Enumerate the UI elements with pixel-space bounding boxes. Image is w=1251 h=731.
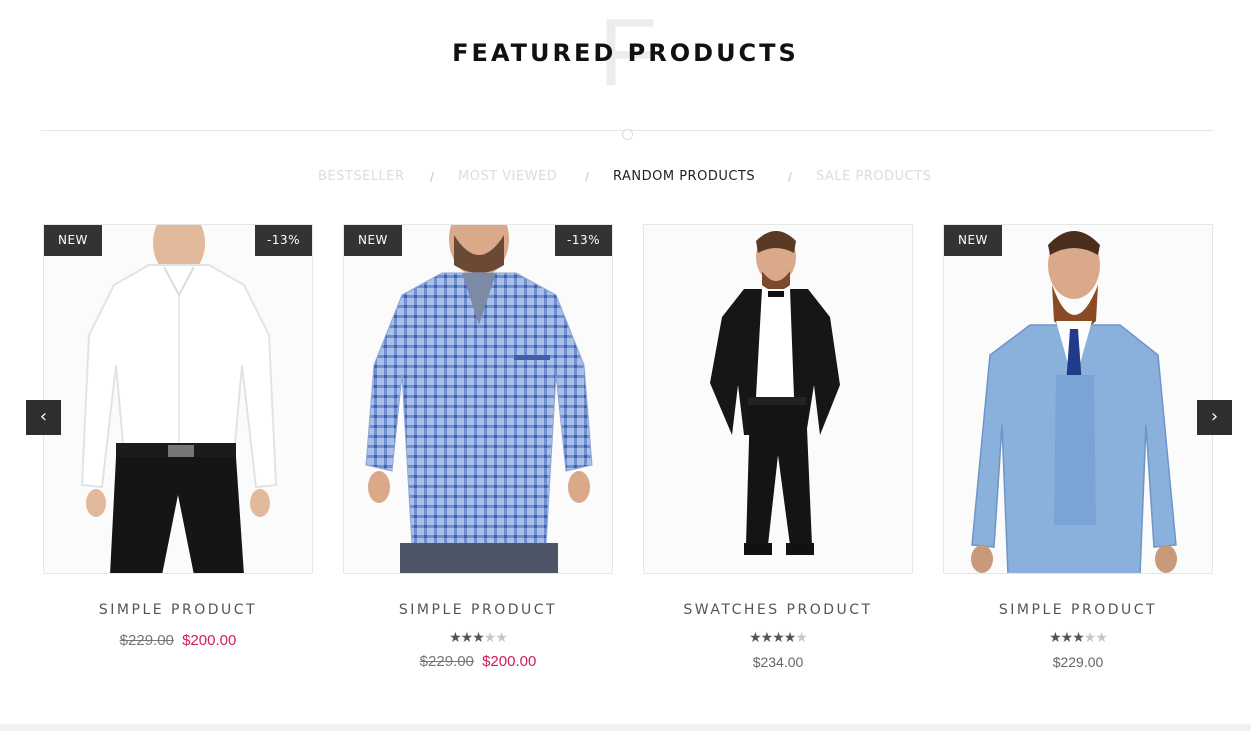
product-photo-plaid-shirt	[344, 225, 612, 573]
product-name[interactable]: SWATCHES PRODUCT	[643, 601, 913, 619]
tab-most-viewed[interactable]: MOST VIEWED	[458, 168, 557, 186]
star-icon: ★	[495, 629, 508, 645]
divider-dot	[622, 129, 633, 140]
star-icon: ★	[795, 629, 808, 645]
price-row: $234.00	[643, 652, 913, 673]
old-price: $229.00	[419, 653, 474, 670]
badge-new: NEW	[944, 225, 1002, 256]
sale-price: $200.00	[182, 632, 237, 649]
star-icon: ★	[1095, 629, 1108, 645]
product-card: SWATCHES PRODUCT ★★★★★ $234.00	[643, 224, 913, 673]
featured-products-section: F FEATURED PRODUCTS BESTSELLER / MOST VI…	[0, 0, 1251, 731]
badge-new: NEW	[344, 225, 402, 256]
rating-stars: ★★★★★	[643, 629, 913, 645]
product-tabs: BESTSELLER / MOST VIEWED / RANDOM PRODUC…	[0, 168, 1251, 188]
star-icon: ★	[760, 629, 774, 645]
tab-bestseller[interactable]: BESTSELLER	[318, 168, 405, 186]
product-image[interactable]	[643, 224, 913, 574]
rating-stars: ★★★★★	[343, 629, 613, 645]
old-price: $229.00	[119, 632, 174, 649]
star-icon: ★	[749, 629, 762, 645]
carousel-next-button[interactable]: ›	[1197, 400, 1232, 435]
star-icon: ★	[460, 629, 474, 645]
star-icon: ★	[449, 629, 462, 645]
badge-discount: -13%	[554, 225, 612, 256]
section-heading: F FEATURED PRODUCTS	[0, 5, 1251, 102]
rating-stars: ★★★★★	[943, 629, 1213, 645]
regular-price: $234.00	[752, 654, 804, 670]
star-icon: ★	[472, 629, 485, 645]
tab-separator: /	[430, 169, 434, 185]
product-name[interactable]: SIMPLE PRODUCT	[943, 601, 1213, 619]
product-name[interactable]: SIMPLE PRODUCT	[43, 601, 313, 619]
product-card: NEW -13% SIMPLE PRODUCT ★★★★★ $229.00 $2…	[343, 224, 613, 672]
product-photo-blue-suit	[944, 225, 1212, 573]
section-title: FEATURED PRODUCTS	[452, 39, 799, 67]
tab-separator: /	[788, 169, 792, 185]
star-icon: ★	[1049, 629, 1062, 645]
tab-random-products[interactable]: RANDOM PRODUCTS	[613, 168, 755, 186]
product-card: NEW -13% SIMPLE PRODUCT $229.00 $200.00	[43, 224, 313, 651]
price-row: $229.00 $200.00	[343, 652, 613, 672]
product-card: NEW SIMPLE PRODUCT ★★★★★ $229.00	[943, 224, 1213, 673]
star-icon: ★	[1083, 629, 1097, 645]
section-bottom-band	[0, 724, 1251, 731]
chevron-right-icon: ›	[1210, 406, 1219, 427]
price-row: $229.00	[943, 652, 1213, 673]
product-image[interactable]: NEW -13%	[43, 224, 313, 574]
product-photo-white-shirt	[44, 225, 312, 573]
badge-new: NEW	[44, 225, 102, 256]
tab-separator: /	[585, 169, 589, 185]
star-icon: ★	[1072, 629, 1085, 645]
tab-sale-products[interactable]: SALE PRODUCTS	[816, 168, 931, 186]
product-name[interactable]: SIMPLE PRODUCT	[343, 601, 613, 619]
sale-price: $200.00	[482, 653, 537, 670]
star-icon: ★	[772, 629, 785, 645]
regular-price: $229.00	[1052, 654, 1104, 670]
badge-discount: -13%	[254, 225, 312, 256]
chevron-left-icon: ‹	[39, 406, 48, 427]
star-icon: ★	[1060, 629, 1074, 645]
star-icon: ★	[783, 629, 797, 645]
price-row: $229.00 $200.00	[43, 631, 313, 651]
product-image[interactable]: NEW	[943, 224, 1213, 574]
star-icon: ★	[483, 629, 497, 645]
product-photo-black-suit	[644, 225, 912, 573]
carousel-prev-button[interactable]: ‹	[26, 400, 61, 435]
product-image[interactable]: NEW -13%	[343, 224, 613, 574]
